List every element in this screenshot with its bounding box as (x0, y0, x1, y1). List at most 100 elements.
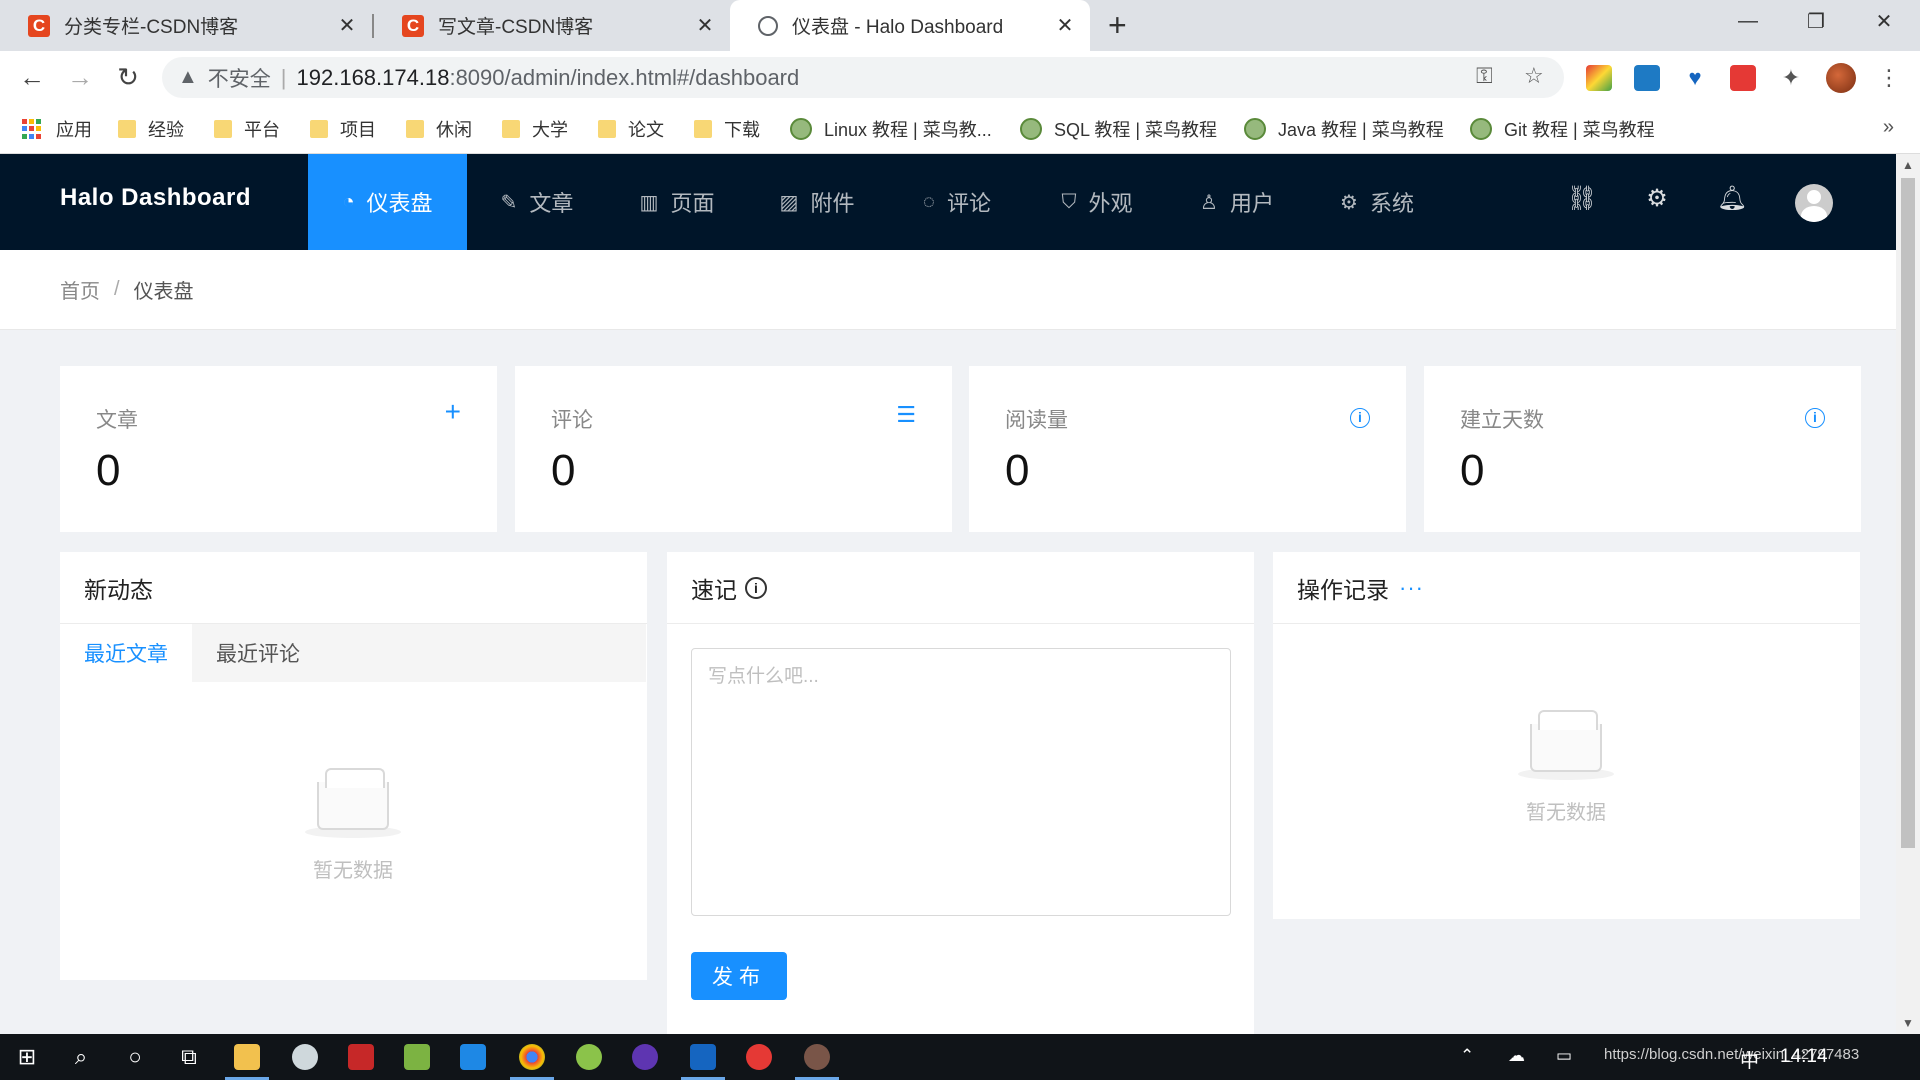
task-view-icon[interactable]: ⧉ (174, 1042, 204, 1072)
tab-recent-comments[interactable]: 最近评论 (192, 624, 324, 682)
close-tab-icon[interactable]: ✕ (694, 13, 716, 38)
extension-icon[interactable] (1634, 65, 1660, 91)
dashboard-icon: ◔ (342, 190, 355, 213)
more-menu-icon[interactable]: ⋮ (1876, 65, 1902, 91)
setting-icon[interactable]: ⚙ (1639, 184, 1675, 213)
extension-icon[interactable]: ♥ (1682, 65, 1708, 91)
breadcrumb-home[interactable]: 首页 (60, 275, 100, 304)
browser-tab-halo-dashboard[interactable]: 仪表盘 - Halo Dashboard ✕ (730, 0, 1090, 51)
cortana-icon[interactable]: ○ (120, 1042, 150, 1072)
clock-time[interactable]: 14:14 (1780, 1046, 1828, 1068)
stat-title: 评论 (551, 409, 593, 432)
menu-item-users[interactable]: ♙ 用户 (1167, 154, 1307, 250)
publish-button[interactable]: 发布 (691, 952, 787, 1000)
stat-title: 阅读量 (1005, 409, 1068, 432)
pdf-reader-icon[interactable] (348, 1044, 374, 1070)
extension-icon[interactable] (1586, 65, 1612, 91)
eclipse-icon[interactable] (632, 1044, 658, 1070)
empty-text: 暂无数据 (1526, 802, 1606, 824)
app-icon[interactable] (292, 1044, 318, 1070)
tab-recent-posts[interactable]: 最近文章 (60, 624, 192, 682)
menu-item-appearance[interactable]: ⛉ 外观 (1027, 154, 1167, 250)
browser-tab-csdn-write[interactable]: C 写文章-CSDN博客 ✕ (374, 0, 730, 51)
word-icon[interactable] (690, 1044, 716, 1070)
list-icon[interactable]: ☰ (896, 402, 916, 428)
browser-toolbar: ← → ↻ ▲ 不安全 | 192.168.174.18 :8090/admin… (0, 51, 1920, 103)
key-icon[interactable]: ⚿ (1476, 63, 1493, 89)
notepad-icon[interactable] (404, 1044, 430, 1070)
bookmark-runoob[interactable]: Linux 教程 | 菜鸟教... (790, 115, 992, 143)
star-icon[interactable]: ☆ (1524, 63, 1544, 89)
file-explorer-icon[interactable] (234, 1044, 260, 1070)
bookmark-runoob[interactable]: Git 教程 | 菜鸟教程 (1470, 115, 1655, 143)
card-title: 新动态 (60, 552, 647, 624)
chevron-right-icon[interactable]: » (1883, 116, 1894, 139)
info-icon[interactable]: i (1350, 402, 1370, 428)
page-scrollbar[interactable]: ▲ ▼ (1896, 154, 1920, 1034)
app-icon[interactable] (746, 1044, 772, 1070)
profile-avatar[interactable] (1826, 63, 1856, 93)
close-tab-icon[interactable]: ✕ (336, 13, 358, 38)
link-icon[interactable]: ⛓ (1564, 184, 1600, 213)
runoob-icon (1244, 118, 1266, 140)
bookmark-folder[interactable]: 休闲 (406, 115, 472, 143)
memo-textarea[interactable] (691, 648, 1231, 916)
bookmark-folder[interactable]: 经验 (118, 115, 184, 143)
scroll-down-icon[interactable]: ▼ (1902, 1016, 1914, 1030)
forward-button[interactable]: → (62, 59, 98, 95)
battery-icon[interactable]: ▭ (1556, 1046, 1572, 1066)
scrollbar-thumb[interactable] (1901, 178, 1915, 848)
security-label: 不安全 (207, 67, 271, 91)
menu-item-system[interactable]: ⚙ 系统 (1307, 154, 1447, 250)
browser-tab-csdn-category[interactable]: C 分类专栏-CSDN博客 ✕ (0, 0, 372, 51)
menu-label: 文章 (529, 191, 574, 216)
stat-value: 0 (96, 446, 121, 495)
menu-item-pages[interactable]: ▥ 页面 (607, 154, 747, 250)
bookmark-folder[interactable]: 论文 (598, 115, 664, 143)
menu-item-comments[interactable]: ◌ 评论 (887, 154, 1027, 250)
bookmark-runoob[interactable]: SQL 教程 | 菜鸟教程 (1020, 115, 1217, 143)
new-tab-button[interactable]: + (1108, 8, 1127, 42)
back-button[interactable]: ← (14, 59, 50, 95)
menu-item-dashboard[interactable]: ◔ 仪表盘 (308, 154, 467, 250)
address-bar[interactable]: ▲ 不安全 | 192.168.174.18 :8090/admin/index… (162, 57, 1564, 98)
bookmark-runoob[interactable]: Java 教程 | 菜鸟教程 (1244, 115, 1444, 143)
restore-button[interactable]: ❐ (1782, 0, 1850, 42)
scroll-up-icon[interactable]: ▲ (1902, 158, 1914, 172)
minimize-button[interactable]: — (1714, 0, 1782, 42)
info-icon[interactable]: i (745, 576, 767, 599)
bell-icon[interactable]: 🔔︎ (1714, 184, 1750, 213)
reload-button[interactable]: ↻ (110, 59, 146, 95)
app-icon[interactable] (576, 1044, 602, 1070)
dashboard-page: Halo Dashboard ◔ 仪表盘 ✎ 文章 ▥ 页面 ▨ 附件 ◌ 评论… (0, 154, 1896, 1034)
windows-start-icon[interactable]: ⊞ (12, 1042, 42, 1072)
setting-icon: ⚙ (1340, 191, 1358, 214)
app-icon[interactable] (460, 1044, 486, 1070)
search-icon[interactable]: ⌕ (66, 1042, 96, 1072)
more-icon[interactable]: ··· (1399, 575, 1424, 601)
chrome-icon[interactable] (519, 1044, 545, 1070)
puzzle-icon[interactable]: ✦ (1778, 65, 1804, 91)
avatar[interactable] (1795, 184, 1833, 222)
bookmark-folder[interactable]: 项目 (310, 115, 376, 143)
chevron-up-icon[interactable]: ⌃ (1460, 1046, 1474, 1066)
bookmark-folder[interactable]: 下载 (694, 115, 760, 143)
globe-icon (758, 15, 778, 36)
extension-icon[interactable] (1730, 65, 1756, 91)
window-close-button[interactable]: ✕ (1850, 0, 1918, 42)
logs-title: 操作记录 (1297, 576, 1389, 603)
picture-icon: ▨ (779, 191, 799, 214)
info-icon[interactable]: i (1805, 402, 1825, 428)
cloud-icon[interactable]: ☁ (1508, 1046, 1525, 1066)
bookmark-folder[interactable]: 大学 (502, 115, 568, 143)
bookmark-apps[interactable]: 应用 (22, 115, 92, 143)
menu-item-attachments[interactable]: ▨ 附件 (747, 154, 887, 250)
app-icon[interactable] (804, 1044, 830, 1070)
bookmark-folder[interactable]: 平台 (214, 115, 280, 143)
bookmarks-bar: 应用 经验 平台 项目 休闲 大学 论文 下载 Linux 教程 | 菜鸟教..… (0, 103, 1920, 154)
menu-item-posts[interactable]: ✎ 文章 (467, 154, 607, 250)
ime-indicator[interactable]: 中 (1740, 1046, 1759, 1073)
plus-icon[interactable]: + (445, 396, 461, 428)
close-tab-icon[interactable]: ✕ (1054, 13, 1076, 38)
app-logo[interactable]: Halo Dashboard (60, 184, 251, 212)
